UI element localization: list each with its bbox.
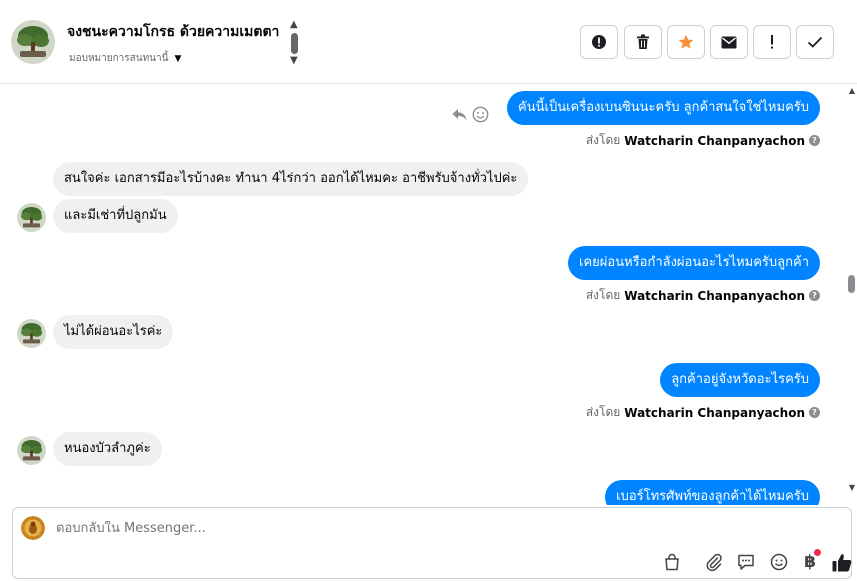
sent-by-prefix: ส่งโดย [585,288,621,302]
react-emoji-icon[interactable] [472,106,489,123]
scroll-down-arrow-icon[interactable]: ▼ [290,56,298,66]
outgoing-message[interactable]: ลูกค้าอยู่จังหวัดอะไรครับ [660,363,820,397]
sent-by-prefix: ส่งโดย [585,133,621,147]
incoming-message[interactable]: หนองบัวลำภูค่ะ [53,432,162,466]
envelope-icon [721,36,737,48]
sent-by-line: ส่งโดย Watcharin Chanpanyachon ? [586,403,820,422]
mark-done-button[interactable] [796,25,834,59]
scroll-up-arrow-icon[interactable]: ▲ [849,86,855,95]
delete-button[interactable] [624,25,662,59]
thumbs-up-icon [832,553,852,571]
check-icon [807,36,823,48]
scroll-down-arrow-icon[interactable]: ▼ [849,483,855,492]
like-button[interactable] [831,551,853,573]
mark-unread-button[interactable] [710,25,748,59]
attach-button[interactable] [703,551,725,573]
scroll-thumb[interactable] [848,275,855,293]
incoming-message[interactable]: ไม่ได้ผ่อนอะไรค่ะ [53,315,174,349]
sender-name: Watcharin Chanpanyachon [624,288,805,303]
alert-circle-icon [592,35,606,49]
question-mark-icon[interactable]: ? [809,135,820,146]
incoming-message[interactable]: สนใจค่ะ เอกสารมีอะไรบ้างคะ ทำนา 4ไร่กว่า… [53,162,529,196]
star-icon [678,34,694,49]
payment-button[interactable]: ฿ [799,549,821,573]
contact-avatar-small[interactable] [17,436,46,465]
outgoing-message[interactable]: เบอร์โทรศัพท์ของลูกค้าได้ไหมครับ [605,480,820,505]
assign-label: มอบหมายการสนทนานี้ [69,53,169,64]
sent-by-line: ส่งโดย Watcharin Chanpanyachon ? [586,131,820,150]
sender-name: Watcharin Chanpanyachon [624,133,805,148]
reply-input[interactable] [56,521,556,536]
scroll-thumb[interactable] [291,33,298,54]
report-spam-button[interactable] [580,25,618,59]
sent-by-prefix: ส่งโดย [585,405,621,419]
header-scroll-control[interactable]: ▲ ▼ [289,20,301,66]
inbox-conversation-window: จงชนะความโกรธ ด้วยความเมตตา มอบหมายการสน… [0,0,857,581]
shop-bag-button[interactable] [661,551,683,573]
conversation-title: จงชนะความโกรธ ด้วยความเมตตา [67,24,280,40]
paperclip-icon [706,553,722,571]
exclamation-icon [771,35,773,49]
sender-name: Watcharin Chanpanyachon [624,405,805,420]
contact-avatar-small[interactable] [17,319,46,348]
trash-icon [637,34,649,49]
scroll-up-arrow-icon[interactable]: ▲ [290,20,298,30]
question-mark-icon[interactable]: ? [809,407,820,418]
incoming-message[interactable]: และมีเช่าที่ปลูกมัน [53,199,178,233]
question-mark-icon[interactable]: ? [809,290,820,301]
assign-conversation-dropdown[interactable]: มอบหมายการสนทนานี้ ▼ [69,51,181,66]
notification-dot [814,549,821,556]
saved-replies-button[interactable] [735,551,757,573]
smiley-icon [770,553,788,571]
reply-icon[interactable] [451,106,468,123]
outgoing-message[interactable]: คันนี้เป็นเครื่องเบนซินนะครับ ลูกค้าสนใจ… [507,91,820,125]
emoji-button[interactable] [768,551,790,573]
conversation-header: จงชนะความโกรธ ด้วยความเมตตา มอบหมายการสน… [0,0,857,84]
caret-down-icon: ▼ [174,53,182,64]
page-avatar [21,516,45,540]
thread-scrollbar[interactable]: ▲ ▼ [843,85,857,497]
message-thread[interactable]: คันนี้เป็นเครื่องเบนซินนะครับ ลูกค้าสนใจ… [0,85,857,505]
shopping-bag-icon [665,553,679,571]
chat-bubble-icon [738,554,754,570]
outgoing-message[interactable]: เคยผ่อนหรือกำลังผ่อนอะไรไหมครับลูกค้า [568,246,820,280]
contact-avatar[interactable] [11,20,55,64]
star-button[interactable] [667,25,705,59]
sent-by-line: ส่งโดย Watcharin Chanpanyachon ? [586,286,820,305]
contact-avatar-small[interactable] [17,203,46,232]
reply-composer: ฿ [12,507,852,579]
follow-up-button[interactable] [753,25,791,59]
